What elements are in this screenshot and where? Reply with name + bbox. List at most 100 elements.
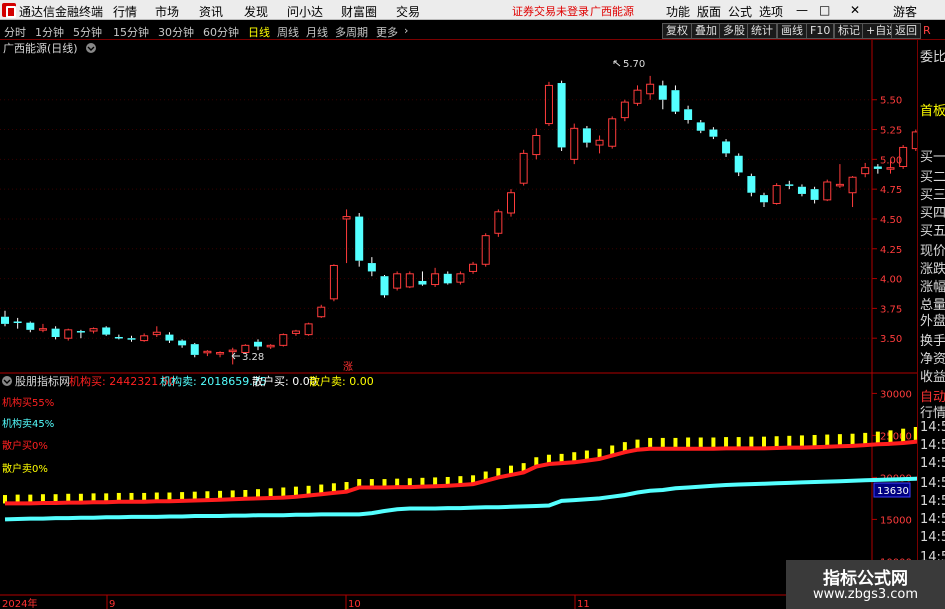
period-fenshi[interactable]: 分时	[4, 24, 26, 40]
candle	[380, 275, 389, 298]
side-item-22: 14:56	[920, 512, 945, 527]
candle	[89, 327, 98, 334]
more-chevron-icon[interactable]: ›	[404, 24, 408, 37]
candle	[329, 264, 338, 302]
btn-diejia[interactable]: 叠加	[691, 23, 721, 39]
side-item-13: 净资	[920, 352, 945, 367]
period-weekly[interactable]: 周线	[277, 24, 299, 40]
price-tick-label: 5.00	[880, 155, 902, 166]
btn-tongji[interactable]: 统计	[747, 23, 777, 39]
minimize-icon[interactable]: —	[796, 3, 808, 17]
quote-side-panel: 委比首板买一买二买三买四买五现价涨跌涨幅总量外盘换手净资收益自动行情14:561…	[917, 40, 945, 609]
menu-wenxiaoda[interactable]: 问小达	[287, 3, 323, 20]
side-item-0: 委比	[920, 50, 945, 65]
price-tick-label: 5.25	[880, 126, 902, 137]
side-item-3: 买二	[920, 170, 945, 185]
ind-jigoumai-out-label: 机构卖: 2018659.75	[160, 374, 267, 388]
side-item-16: 行情	[920, 406, 945, 421]
indicator-options-icon[interactable]	[2, 376, 12, 386]
candle	[102, 326, 111, 336]
period-1min[interactable]: 1分钟	[35, 24, 64, 40]
candle	[456, 271, 465, 285]
x-label-oct: 10	[348, 599, 361, 609]
menu-banmian[interactable]: 版面	[697, 3, 721, 20]
x-label-2024: 2024年	[2, 597, 37, 609]
candle	[507, 189, 515, 217]
candle	[519, 149, 528, 186]
side-item-14: 收益	[920, 370, 945, 385]
pct-jigou-buy: 机构买55%	[2, 396, 54, 409]
candle	[165, 332, 174, 343]
btn-fuquan[interactable]: 复权	[662, 23, 692, 39]
candle	[823, 179, 832, 202]
btn-biaoji[interactable]: 标记	[834, 23, 864, 39]
menu-xuanxiang[interactable]: 选项	[759, 3, 783, 20]
high-annotation: 5.70	[613, 59, 645, 70]
indicator-yellow-bars	[3, 425, 931, 504]
candle	[582, 125, 591, 148]
app-logo-icon	[2, 3, 16, 18]
menu-shichang[interactable]: 市场	[155, 3, 179, 20]
period-daily[interactable]: 日线	[248, 24, 270, 40]
menu-zixun[interactable]: 资讯	[199, 3, 223, 20]
candle	[494, 209, 503, 237]
candle	[367, 257, 376, 277]
low-annotation: 3.28	[231, 352, 264, 363]
side-item-7: 现价	[920, 244, 945, 259]
main-chart-title: 广西能源(日线)	[3, 41, 78, 55]
btn-duogu[interactable]: 多股	[719, 23, 749, 39]
candle	[709, 127, 718, 140]
guest-user[interactable]: 游客	[893, 3, 917, 20]
pct-sanhu-buy: 散户买0%	[2, 439, 48, 452]
btn-fanhui[interactable]: 返回	[891, 23, 921, 39]
side-item-6: 买五	[920, 224, 945, 239]
menu-caifuquan[interactable]: 财富圈	[341, 3, 377, 20]
title-stock-name: 广西能源	[590, 5, 634, 18]
menu-jiaoyi[interactable]: 交易	[396, 3, 420, 20]
period-30min[interactable]: 30分钟	[158, 24, 194, 40]
btn-huaxian[interactable]: 画线	[777, 23, 807, 39]
price-tick-label: 5.50	[880, 96, 902, 107]
chart-area[interactable]: 广西能源(日线) 5.50 5.25 5.00 4.75 4.50 4.25 4.00 3.7…	[0, 40, 945, 609]
candle	[13, 317, 22, 329]
candle	[646, 75, 655, 100]
period-more[interactable]: 更多	[376, 24, 398, 40]
candle	[633, 85, 642, 106]
menu-gongneng[interactable]: 功能	[666, 3, 690, 20]
candle	[760, 192, 768, 208]
candle	[722, 139, 731, 157]
login-warning[interactable]: 证券交易未登录	[512, 3, 589, 19]
candle	[671, 85, 680, 115]
close-icon[interactable]: ✕	[850, 3, 860, 17]
side-item-2: 买一	[920, 150, 945, 165]
chart-options-icon[interactable]	[86, 43, 96, 53]
period-5min[interactable]: 5分钟	[73, 24, 102, 40]
candle	[861, 162, 870, 178]
side-item-21: 14:56	[920, 494, 945, 509]
price-tick-label: 3.75	[880, 304, 902, 315]
sanhu-bar	[901, 428, 906, 443]
candle	[772, 183, 781, 205]
price-tick-label: 4.75	[880, 185, 902, 196]
right-panel-toggle[interactable]: R	[923, 24, 931, 37]
candle	[481, 233, 490, 267]
menu-hangqing[interactable]: 行情	[113, 3, 137, 20]
menu-gongshi[interactable]: 公式	[728, 3, 752, 20]
period-60min[interactable]: 60分钟	[203, 24, 239, 40]
period-multi[interactable]: 多周期	[335, 24, 368, 40]
candle	[595, 135, 604, 154]
period-15min[interactable]: 15分钟	[113, 24, 149, 40]
candle	[532, 128, 541, 160]
candle	[810, 186, 819, 204]
period-monthly[interactable]: 月线	[306, 24, 328, 40]
btn-f10[interactable]: F10	[806, 23, 835, 39]
side-item-5: 买四	[920, 206, 945, 221]
restore-icon[interactable]: □	[819, 3, 830, 17]
menu-faxian[interactable]: 发现	[244, 3, 268, 20]
side-item-19: 14:56	[920, 456, 945, 471]
pct-jigou-sell: 机构卖45%	[2, 417, 54, 430]
kline-svg[interactable]: 广西能源(日线) 5.50 5.25 5.00 4.75 4.50 4.25 4.00 3.7…	[0, 40, 933, 609]
candle	[38, 323, 47, 333]
svg-text:3.28: 3.28	[242, 352, 264, 363]
candle	[140, 333, 149, 342]
